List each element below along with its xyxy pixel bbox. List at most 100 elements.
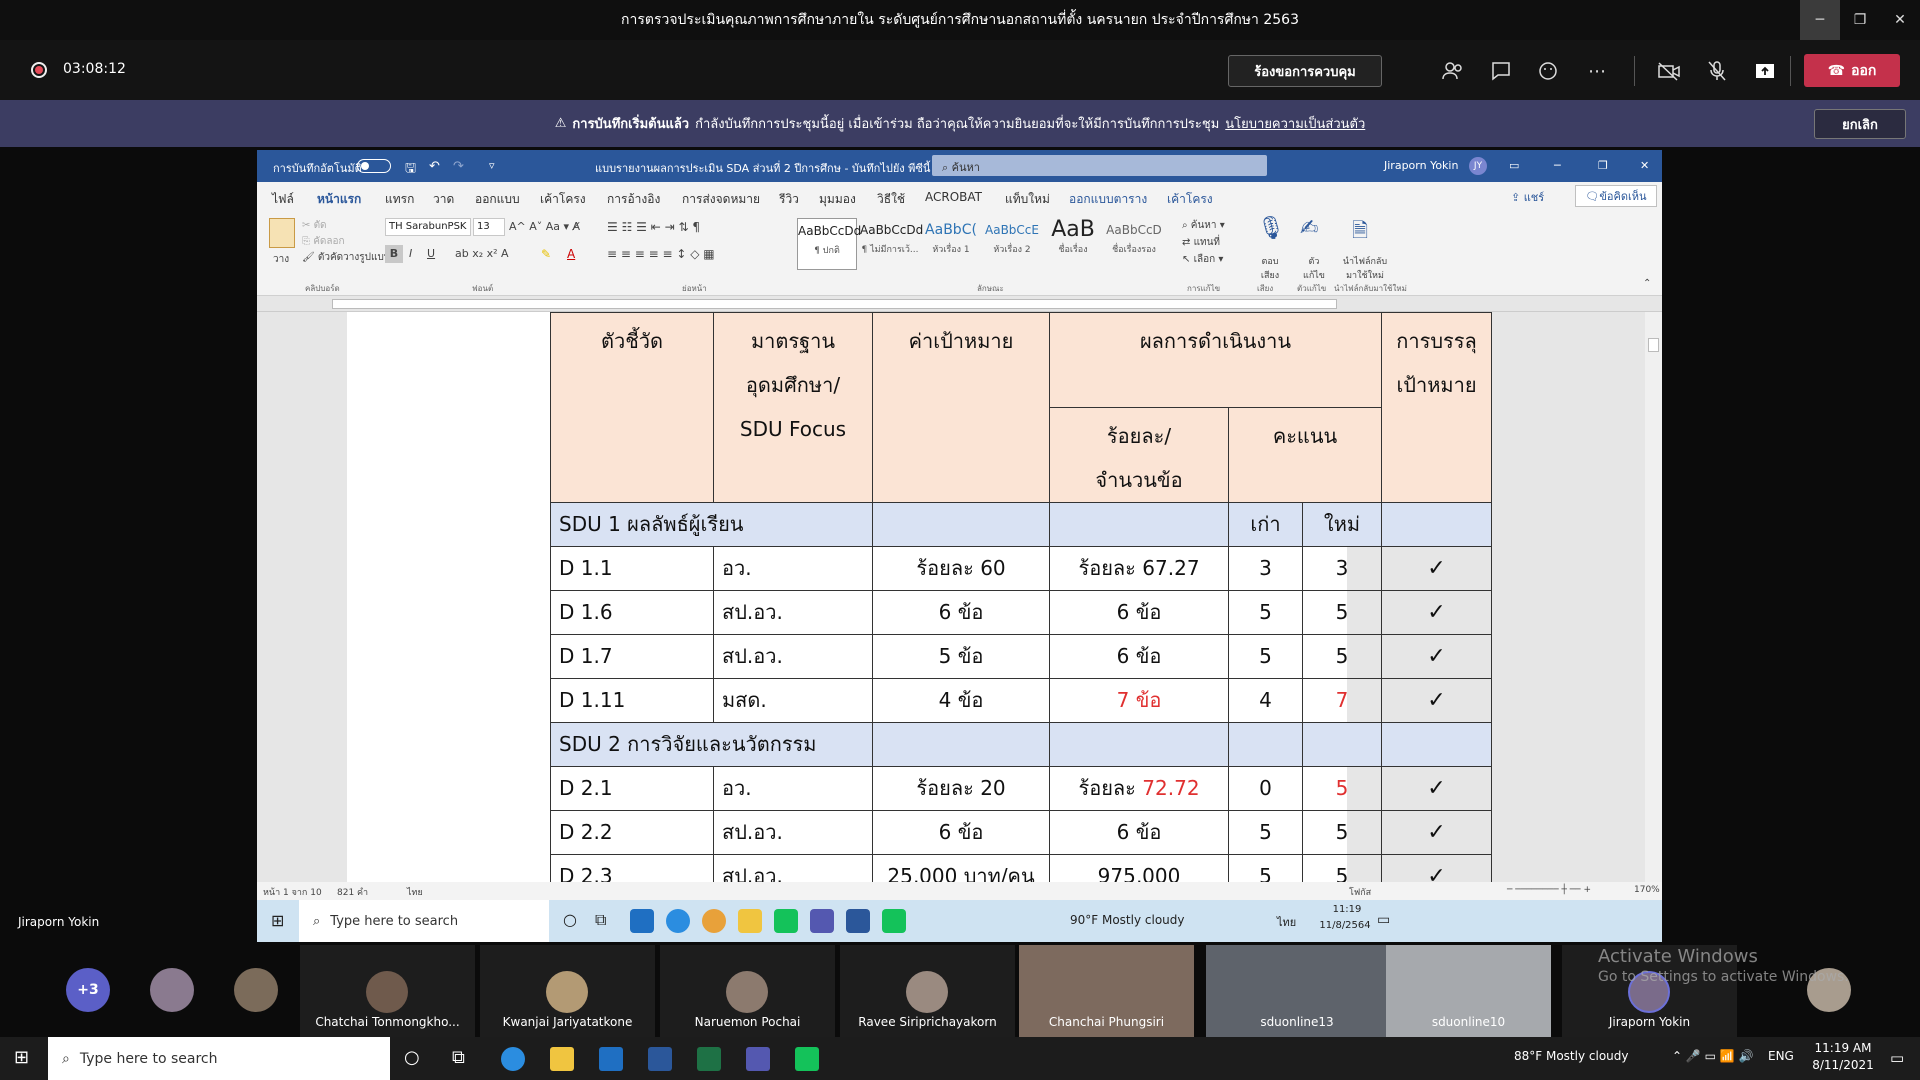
taskbar-search-box[interactable]: ⌕ Type here to search xyxy=(48,1037,390,1080)
document-title[interactable]: แบบรายงานผลการประเมิน SDA ส่วนที่ 2 ปีกา… xyxy=(595,159,939,177)
tab-insert[interactable]: แทรก xyxy=(385,190,414,209)
participant-tile[interactable]: Kwanjai Jariyatatkone xyxy=(480,945,655,1037)
task-view-icon[interactable]: ⧉ xyxy=(595,910,606,930)
participant-tile[interactable]: Naruemon Pochai xyxy=(660,945,835,1037)
participant-video[interactable]: sduonline10 xyxy=(1386,945,1551,1037)
notification-icon[interactable]: ▭ xyxy=(1890,1049,1904,1067)
file-explorer-icon[interactable] xyxy=(738,909,762,933)
privacy-policy-link[interactable]: นโยบายความเป็นส่วนตัว xyxy=(1225,113,1365,134)
underline-button[interactable]: U xyxy=(427,247,435,260)
style-title[interactable]: AaB ชื่อเรื่อง xyxy=(1043,218,1103,270)
overflow-participants[interactable]: +3 xyxy=(66,968,110,1012)
paste-icon[interactable] xyxy=(269,218,295,248)
font-size-dropdown[interactable]: 13 xyxy=(473,218,505,236)
reactions-icon[interactable] xyxy=(1534,57,1564,85)
word-minimize-icon[interactable]: ─ xyxy=(1554,159,1561,172)
font-name-dropdown[interactable]: TH SarabunPSK xyxy=(385,218,471,236)
word-icon[interactable] xyxy=(648,1047,672,1071)
chrome-icon[interactable] xyxy=(702,909,726,933)
format-painter-button[interactable]: 🖌 ตัวคัดวางรูปแบบ xyxy=(302,250,390,265)
word-share-button[interactable]: ⇪ แชร์ xyxy=(1511,188,1544,206)
line-icon[interactable] xyxy=(795,1047,819,1071)
line-icon[interactable] xyxy=(774,909,798,933)
edge-icon[interactable] xyxy=(501,1047,525,1071)
minimize-button[interactable]: ─ xyxy=(1800,0,1840,40)
participant-tile[interactable]: Chatchai Tonmongkho... xyxy=(300,945,475,1037)
teams-icon[interactable] xyxy=(746,1047,770,1071)
font-color-icon[interactable]: A xyxy=(567,247,575,261)
tab-view[interactable]: มุมมอง xyxy=(819,190,856,209)
banner-cancel-button[interactable]: ยกเลิก xyxy=(1814,109,1906,139)
save-icon[interactable]: 🖫 xyxy=(405,159,416,181)
file-explorer-icon[interactable] xyxy=(550,1047,574,1071)
zoom-slider[interactable]: ─ ──────── ┼ ── + xyxy=(1507,885,1591,895)
tab-home[interactable]: หน้าแรก xyxy=(317,190,362,214)
microphone-icon[interactable]: 🎙 xyxy=(1257,216,1285,241)
chat-icon[interactable] xyxy=(1486,57,1516,85)
tab-acrobat[interactable]: ACROBAT xyxy=(925,190,982,204)
style-no-spacing[interactable]: AaBbCcDd ¶ ไม่มีการเว้... xyxy=(860,218,923,270)
strikethrough-icon[interactable]: ab x₂ x² A xyxy=(455,247,509,260)
word-count[interactable]: 821 คำ xyxy=(337,885,368,899)
user-avatar[interactable]: JY xyxy=(1469,157,1487,175)
italic-button[interactable]: I xyxy=(409,247,412,260)
participant-video[interactable]: Chanchai Phungsiri xyxy=(1019,945,1194,1037)
tab-new[interactable]: แท็บใหม่ xyxy=(1005,190,1050,209)
zoom-level[interactable]: 170% xyxy=(1634,885,1660,895)
close-button[interactable]: ✕ xyxy=(1880,0,1920,40)
reuse-files-icon[interactable]: 🗎 xyxy=(1352,216,1368,250)
style-subtitle[interactable]: AaBbCcD ชื่อเรื่องรอง xyxy=(1104,218,1164,270)
tab-layout[interactable]: เค้าโครง xyxy=(540,190,586,209)
tab-references[interactable]: การอ้างอิง xyxy=(607,190,660,209)
style-normal[interactable]: AaBbCcDd ¶ ปกติ xyxy=(797,218,861,270)
share-tray-icon[interactable] xyxy=(1750,57,1780,85)
word-comment-button[interactable]: 🗨 ข้อคิดเห็น xyxy=(1575,185,1657,207)
tab-design[interactable]: ออกแบบ xyxy=(475,190,520,209)
tab-table-design[interactable]: ออกแบบตาราง xyxy=(1069,190,1147,209)
teams-icon[interactable] xyxy=(810,909,834,933)
find-button[interactable]: ⌕ ค้นหา ▾ xyxy=(1182,218,1225,233)
cortana-icon[interactable]: ○ xyxy=(404,1047,420,1068)
task-view-icon[interactable]: ⧉ xyxy=(452,1047,465,1068)
select-button[interactable]: ↖ เลือก ▾ xyxy=(1182,252,1223,267)
autosave-toggle[interactable] xyxy=(357,159,391,173)
word-restore-icon[interactable]: ❐ xyxy=(1598,159,1608,172)
tab-table-layout[interactable]: เค้าโครง xyxy=(1167,190,1213,209)
people-icon[interactable] xyxy=(1438,57,1468,85)
highlight-icon[interactable]: ✎ xyxy=(541,247,551,261)
request-control-button[interactable]: ร้องขอการควบคุม xyxy=(1228,55,1382,87)
tab-review[interactable]: รีวิว xyxy=(779,190,799,209)
remote-weather[interactable]: 90°F Mostly cloudy xyxy=(1070,913,1185,927)
grow-font-icon[interactable]: A^ A˅ Aa ▾ A̸ xyxy=(509,220,580,233)
mail-icon[interactable] xyxy=(599,1047,623,1071)
windows-start-icon[interactable]: ⊞ xyxy=(14,1047,29,1068)
tab-draw[interactable]: วาด xyxy=(433,190,454,209)
replace-button[interactable]: ⇄ แทนที่ xyxy=(1182,235,1220,250)
mail-icon[interactable] xyxy=(630,909,654,933)
style-heading-1[interactable]: AaBbC(หัวเรื่อง 1 xyxy=(921,218,981,270)
remote-search-box[interactable]: ⌕ Type here to search xyxy=(299,900,549,942)
tray-icons[interactable]: ⌃ 🎤 ▭ 📶 🔊 xyxy=(1672,1049,1753,1063)
style-heading-2[interactable]: AaBbCcE หัวเรื่อง 2 xyxy=(982,218,1042,270)
vertical-scrollbar[interactable] xyxy=(1645,312,1662,882)
leave-button[interactable]: ☎ ออก xyxy=(1804,54,1900,87)
more-icon[interactable]: ⋯ xyxy=(1582,57,1612,85)
word-icon[interactable] xyxy=(846,909,870,933)
edge-icon[interactable] xyxy=(666,909,690,933)
customize-qat-icon[interactable]: ▿ xyxy=(489,159,495,172)
tab-mailings[interactable]: การส่งจดหมาย xyxy=(682,190,760,209)
language-indicator[interactable]: ไทย xyxy=(407,885,423,899)
windows-start-icon[interactable]: ⊞ xyxy=(271,911,284,930)
focus-mode[interactable]: โฟกัส xyxy=(1349,885,1371,899)
word-search-box[interactable]: ⌕ ค้นหา xyxy=(932,155,1267,176)
line-icon[interactable] xyxy=(882,909,906,933)
undo-icon[interactable]: ↶ xyxy=(429,159,440,174)
remote-lang[interactable]: ไทย xyxy=(1277,913,1296,931)
copy-button[interactable]: ⎘ คัดลอก xyxy=(302,234,345,249)
notification-icon[interactable]: ▭ xyxy=(1377,912,1390,928)
camera-off-icon[interactable] xyxy=(1654,57,1684,85)
participant-tile[interactable]: Ravee Siriprichayakorn xyxy=(840,945,1015,1037)
maximize-button[interactable]: ❐ xyxy=(1840,0,1880,40)
collapse-ribbon-icon[interactable]: ⌃ xyxy=(1643,278,1651,289)
taskbar-lang[interactable]: ENG xyxy=(1768,1049,1794,1063)
